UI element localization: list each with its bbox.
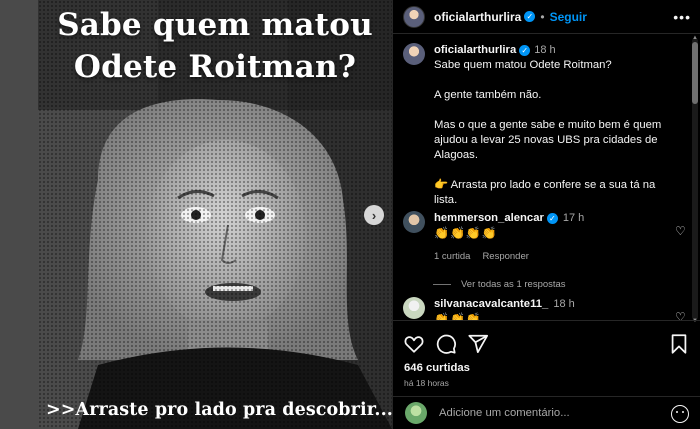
avatar[interactable] <box>403 211 425 233</box>
post-caption: oficialarthurlira ✓ 18 h Sabe quem matou O… <box>403 43 683 208</box>
view-replies-button[interactable]: Ver todas as 1 respostas <box>433 279 566 290</box>
comments-scroll-area[interactable]: oficialarthurlira ✓ 18 h Sabe quem matou O… <box>393 35 700 320</box>
comment-username[interactable]: hemmerson_alencar <box>434 212 544 224</box>
comment-likes[interactable]: 1 curtida <box>434 251 470 262</box>
image-headline-line1: Sabe quem matou <box>57 7 373 43</box>
bookmark-icon[interactable] <box>668 333 690 355</box>
avatar[interactable] <box>403 43 425 65</box>
comment-item: silvanacavalcante11_ 18 h 👏👏👏 ♡ <box>403 297 693 320</box>
comment-time[interactable]: 18 h <box>553 298 574 310</box>
verified-badge-icon: ✓ <box>546 212 558 224</box>
scrollbar[interactable] <box>692 38 698 320</box>
reply-button[interactable]: Responder <box>482 251 528 262</box>
comment-time[interactable]: 17 h <box>563 212 584 224</box>
comment-meta: 1 curtida Responder <box>434 249 674 264</box>
scrollbar-thumb[interactable] <box>692 42 698 104</box>
post-modal: Sabe quem matou Odete Roitman? >>Arraste… <box>38 0 700 429</box>
emoji-icon[interactable] <box>671 405 689 423</box>
verified-badge-icon: ✓ <box>519 44 531 56</box>
likes-count[interactable]: 646 curtidas <box>404 362 470 374</box>
share-icon[interactable] <box>467 333 489 355</box>
post-side-panel: oficialarthurlira ✓ • Seguir ••• oficial… <box>392 0 700 429</box>
caption-body: oficialarthurlira ✓ 18 h Sabe quem matou O… <box>434 43 674 208</box>
comment-input[interactable]: Adicione um comentário... <box>439 407 570 419</box>
caption-line: 👉 Arrasta pro lado e confere se a sua tá… <box>434 179 656 206</box>
post-actions: 646 curtidas há 18 horas <box>393 320 700 390</box>
comment-username[interactable]: silvanacavalcante11_ <box>434 298 548 310</box>
avatar[interactable] <box>403 5 425 28</box>
image-call-to-action: >>Arraste pro lado pra descobrir... <box>46 400 392 420</box>
comment-text: 👏👏👏👏 <box>434 226 498 240</box>
comment-icon[interactable] <box>435 333 457 355</box>
comment-body: silvanacavalcante11_ 18 h 👏👏👏 <box>434 297 674 320</box>
caption-time[interactable]: 18 h <box>534 44 555 56</box>
avatar <box>405 402 427 424</box>
comment-body: hemmerson_alencar ✓ 17 h 👏👏👏👏 1 curtida Res… <box>434 211 674 264</box>
caption-username[interactable]: oficialarthurlira <box>434 44 516 56</box>
like-comment-heart-icon[interactable]: ♡ <box>675 225 687 237</box>
comment-item: hemmerson_alencar ✓ 17 h 👏👏👏👏 1 curtida Res… <box>403 211 693 264</box>
post-timestamp[interactable]: há 18 horas <box>404 378 449 388</box>
scroll-up-arrow-icon[interactable]: ▲ <box>692 35 698 41</box>
post-media[interactable]: Sabe quem matou Odete Roitman? >>Arraste… <box>38 0 392 429</box>
verified-badge-icon: ✓ <box>524 11 536 22</box>
caption-line: Mas o que a gente sabe e muito bem é que… <box>434 119 662 161</box>
carousel-next-button[interactable]: › <box>364 205 384 225</box>
divider <box>433 284 451 285</box>
backdrop-strip <box>0 0 38 429</box>
header-username[interactable]: oficialarthurlira <box>434 10 521 24</box>
caption-line: A gente também não. <box>434 89 542 101</box>
add-comment-bar: Adicione um comentário... <box>393 396 700 429</box>
view-replies-label: Ver todas as 1 respostas <box>461 279 566 290</box>
like-comment-heart-icon[interactable]: ♡ <box>675 311 687 320</box>
chevron-right-icon: › <box>371 207 377 223</box>
caption-line: Sabe quem matou Odete Roitman? <box>434 59 612 71</box>
image-headline-line2: Odete Roitman? <box>73 49 357 85</box>
separator-dot: • <box>540 9 545 24</box>
comment-text: 👏👏👏 <box>434 312 482 320</box>
avatar[interactable] <box>403 297 425 319</box>
post-header: oficialarthurlira ✓ • Seguir ••• <box>393 0 700 34</box>
heart-icon[interactable] <box>403 333 425 355</box>
more-horizontal-icon[interactable]: ••• <box>673 9 691 25</box>
follow-button[interactable]: Seguir <box>550 10 587 24</box>
